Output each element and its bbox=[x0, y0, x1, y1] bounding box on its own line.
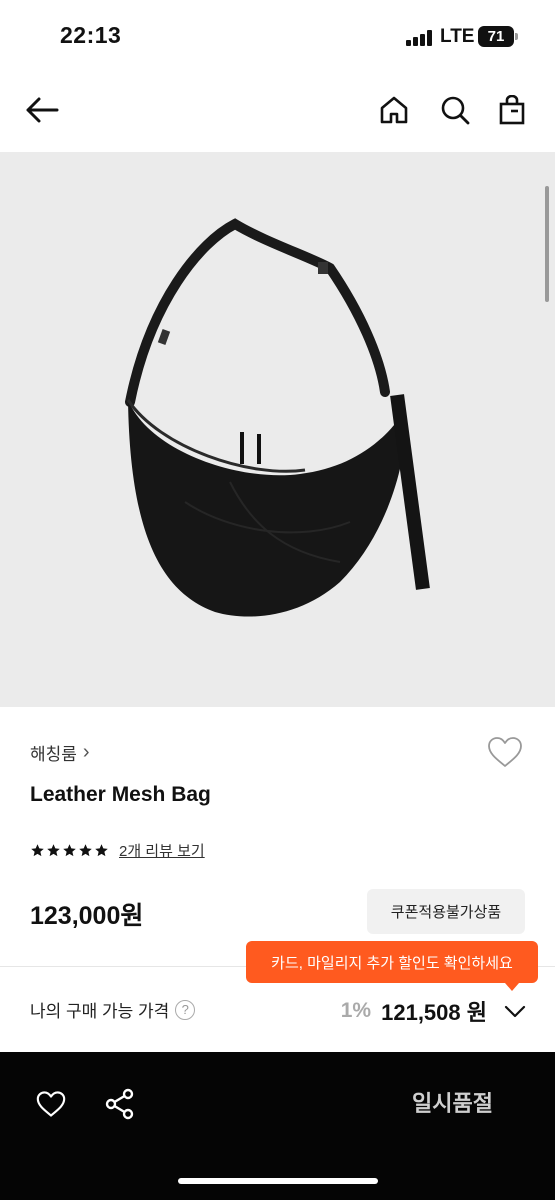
tooltip-arrow bbox=[505, 983, 519, 991]
product-name: Leather Mesh Bag bbox=[30, 783, 211, 806]
scroll-indicator bbox=[545, 186, 549, 302]
promo-tooltip: 카드, 마일리지 추가 할인도 확인하세요 bbox=[246, 941, 538, 983]
wishlist-heart-icon[interactable] bbox=[29, 1082, 73, 1126]
soldout-button[interactable]: 일시품절 bbox=[330, 1086, 555, 1122]
back-arrow-icon[interactable] bbox=[22, 90, 62, 130]
network-label: LTE bbox=[440, 26, 475, 47]
home-indicator bbox=[178, 1178, 378, 1184]
rating-row: 2개 리뷰 보기 bbox=[30, 840, 205, 861]
battery-level: 71 bbox=[478, 26, 514, 47]
brand-link[interactable]: 해칭룸 › bbox=[30, 740, 90, 765]
review-link[interactable]: 2개 리뷰 보기 bbox=[119, 840, 205, 861]
chevron-right-icon: › bbox=[82, 741, 90, 763]
my-price-label: 나의 구매 가능 가격 bbox=[30, 1002, 170, 1021]
my-price-toggle[interactable]: 1% 121,508 원 bbox=[341, 995, 527, 1027]
chevron-down-icon bbox=[504, 1005, 526, 1018]
status-bar: 22:13 LTE 71 bbox=[0, 0, 555, 70]
product-image[interactable] bbox=[0, 152, 555, 707]
star-icon bbox=[47, 844, 60, 857]
battery-icon: 71 bbox=[478, 26, 518, 47]
shopping-bag-icon[interactable] bbox=[492, 90, 532, 130]
home-icon[interactable] bbox=[374, 90, 414, 130]
my-price-value: 121,508 원 bbox=[381, 1000, 487, 1025]
star-icon bbox=[31, 844, 44, 857]
signal-icon bbox=[406, 30, 432, 46]
star-icon bbox=[95, 844, 108, 857]
brand-name: 해칭룸 bbox=[30, 745, 77, 764]
product-price: 123,000원 bbox=[30, 902, 144, 930]
bag-illustration bbox=[125, 218, 430, 617]
discount-rate: 1% bbox=[340, 999, 372, 1022]
rating-stars bbox=[30, 843, 109, 858]
top-nav bbox=[0, 80, 555, 140]
my-price-label-row: 나의 구매 가능 가격 ? bbox=[30, 997, 196, 1022]
help-icon[interactable]: ? bbox=[175, 999, 196, 1020]
status-time: 22:13 bbox=[60, 22, 122, 48]
search-icon[interactable] bbox=[435, 90, 475, 130]
star-icon bbox=[79, 844, 92, 857]
star-icon bbox=[63, 844, 76, 857]
wishlist-heart-icon[interactable] bbox=[486, 735, 526, 773]
share-icon[interactable] bbox=[98, 1082, 142, 1126]
coupon-badge: 쿠폰적용불가상품 bbox=[367, 889, 525, 934]
